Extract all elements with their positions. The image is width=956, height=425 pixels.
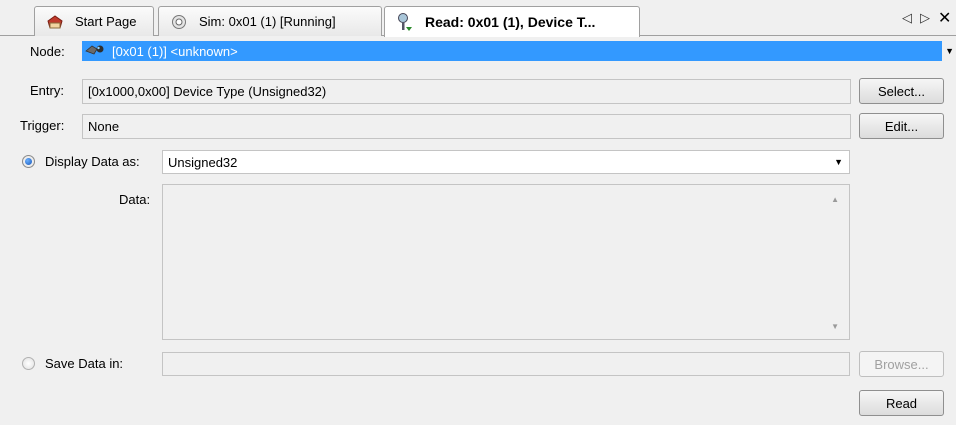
browse-button[interactable]: Browse... <box>859 351 944 377</box>
node-label: Node: <box>30 44 65 59</box>
tab-nav: ◁ ▷ ✕ <box>902 8 951 28</box>
save-data-label: Save Data in: <box>45 356 124 371</box>
chevron-down-icon: ▼ <box>945 46 954 56</box>
scroll-down-icon[interactable]: ▼ <box>831 322 839 331</box>
display-data-radio[interactable] <box>22 155 35 168</box>
trigger-label: Trigger: <box>20 118 65 133</box>
entry-value: [0x1000,0x00] Device Type (Unsigned32) <box>88 84 327 99</box>
close-icon[interactable]: ✕ <box>938 8 951 28</box>
trigger-value: None <box>88 119 120 134</box>
tab-start-page[interactable]: Start Page <box>34 6 154 36</box>
tab-label: Start Page <box>75 14 137 29</box>
start-page-icon <box>45 12 65 32</box>
save-path-field[interactable] <box>162 352 850 376</box>
node-dropdown[interactable]: [0x01 (1)] <unknown> ▼ <box>82 40 956 62</box>
display-type-dropdown[interactable]: Unsigned32 ▼ <box>162 150 850 174</box>
display-data-label: Display Data as: <box>45 154 140 169</box>
tab-label: Read: 0x01 (1), Device T... <box>425 14 596 30</box>
trigger-field: None <box>82 114 851 139</box>
node-icon <box>84 43 106 60</box>
display-type-value: Unsigned32 <box>168 154 238 170</box>
scroll-up-icon[interactable]: ▲ <box>831 195 839 204</box>
entry-label: Entry: <box>30 83 64 98</box>
node-value: [0x01 (1)] <unknown> <box>112 43 238 59</box>
save-data-radio[interactable] <box>22 357 35 370</box>
read-icon <box>395 12 415 32</box>
chevron-down-icon: ▼ <box>834 157 843 167</box>
data-textarea[interactable]: ▲ ▼ <box>162 184 850 340</box>
node-selection: [0x01 (1)] <unknown> <box>82 41 942 61</box>
edit-button[interactable]: Edit... <box>859 113 944 139</box>
select-button[interactable]: Select... <box>859 78 944 104</box>
sim-icon <box>169 12 189 32</box>
tab-prev-icon[interactable]: ◁ <box>902 10 912 26</box>
tab-read[interactable]: Read: 0x01 (1), Device T... <box>384 6 640 37</box>
tab-next-icon[interactable]: ▷ <box>920 10 930 26</box>
entry-field: [0x1000,0x00] Device Type (Unsigned32) <box>82 79 851 104</box>
data-label: Data: <box>119 192 151 207</box>
read-button[interactable]: Read <box>859 390 944 416</box>
tab-label: Sim: 0x01 (1) [Running] <box>199 14 336 29</box>
tab-sim[interactable]: Sim: 0x01 (1) [Running] <box>158 6 382 36</box>
